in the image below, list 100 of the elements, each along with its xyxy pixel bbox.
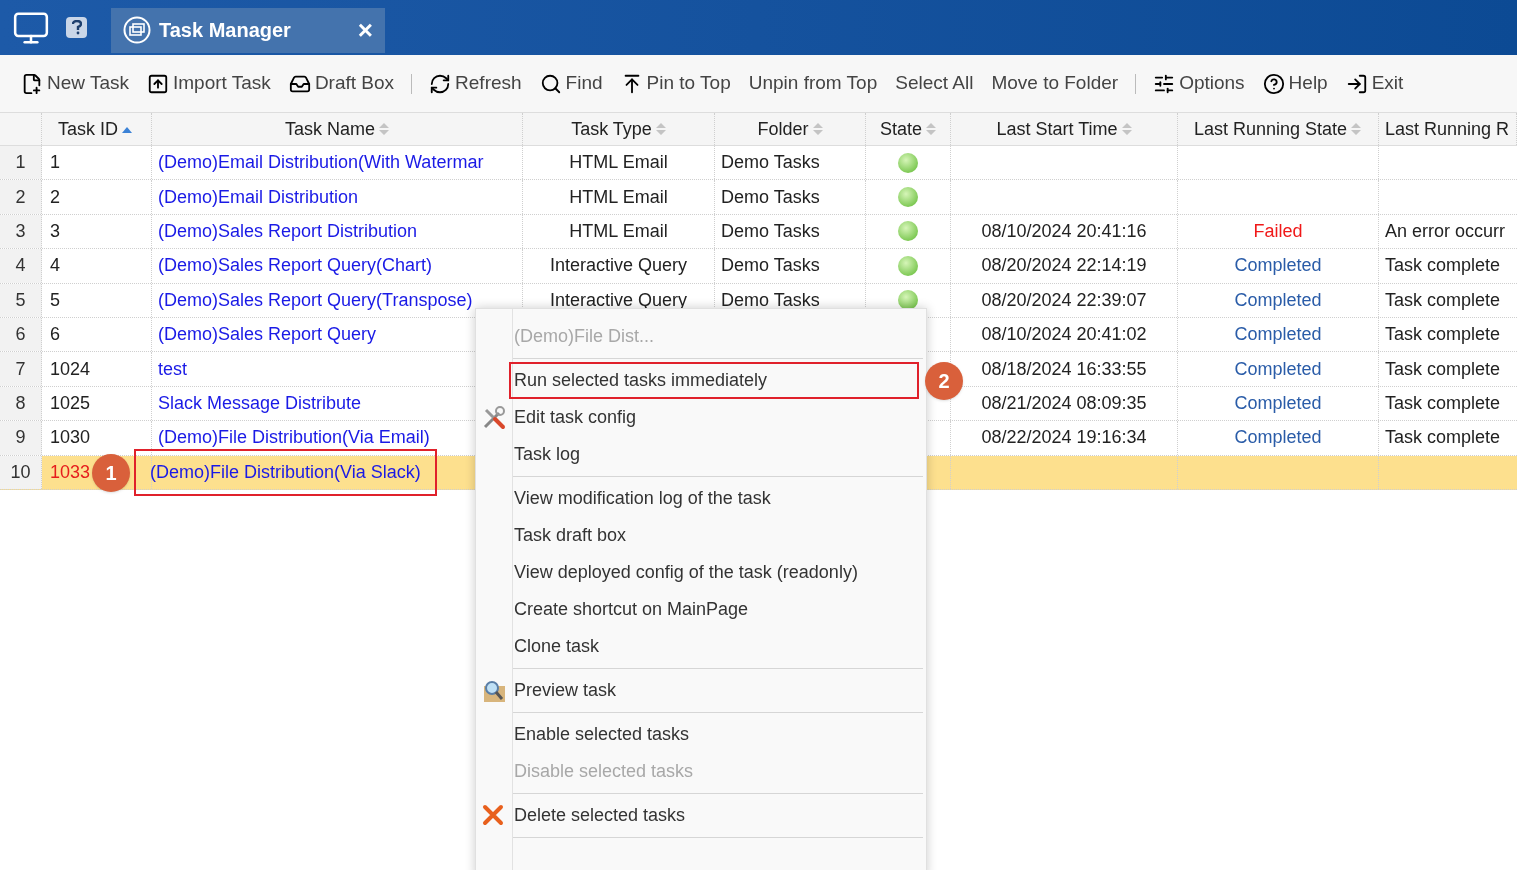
toolbar-button[interactable]: Find <box>530 65 612 102</box>
toolbar-button[interactable]: Draft Box <box>279 65 404 102</box>
sort-icon <box>655 122 666 136</box>
toolbar-button[interactable]: Select All <box>886 65 983 102</box>
toolbar-button[interactable]: Refresh <box>420 65 531 102</box>
table-cell-text: 1024 <box>50 357 91 381</box>
sort-icon <box>812 122 823 136</box>
task-link[interactable]: (Demo)File Distribution(Via Slack) <box>136 450 435 494</box>
menu-item[interactable]: Edit task config <box>509 399 919 436</box>
toolbar-button[interactable]: Exit <box>1336 65 1413 102</box>
close-icon[interactable]: × <box>357 17 373 43</box>
help-icon[interactable] <box>66 17 87 38</box>
menu-item[interactable]: Task log <box>509 436 919 473</box>
table-cell-text: Task complete <box>1385 426 1501 450</box>
column-header[interactable]: Task Type <box>571 115 666 143</box>
row-number: 2 <box>15 185 26 209</box>
delete-icon <box>481 803 505 827</box>
column-header[interactable]: Task Name <box>285 115 389 143</box>
menu-item[interactable]: View deployed config of the task (readonly) <box>509 554 919 591</box>
task-link[interactable]: (Demo)Sales Report Query <box>158 321 377 349</box>
sort-icon <box>379 122 389 136</box>
table-cell-text: 08/22/2024 19:16:34 <box>981 426 1147 450</box>
toolbar-button[interactable]: Unpin from Top <box>739 65 887 102</box>
status-text: Failed <box>1253 219 1303 243</box>
exit-icon <box>1345 72 1368 95</box>
table-cell-text: HTML Email <box>569 151 668 175</box>
table-cell-text: 1 <box>50 151 60 175</box>
column-header[interactable]: Folder <box>757 115 823 143</box>
column-header[interactable]: Task ID <box>58 115 132 143</box>
table-cell-text: 08/21/2024 08:09:35 <box>981 391 1147 415</box>
task-link[interactable]: (Demo)File Distribution(Via Email) <box>158 424 430 452</box>
row-number: 7 <box>15 357 26 381</box>
sort-ascending-icon <box>122 125 132 133</box>
row-number: 8 <box>15 391 26 415</box>
column-header[interactable]: State <box>880 115 936 143</box>
table-cell-text: 1025 <box>50 391 91 415</box>
task-link[interactable]: (Demo)Email Distribution <box>158 183 359 211</box>
column-header[interactable]: Last Running R <box>1385 115 1510 143</box>
row-number: 10 <box>10 460 31 484</box>
toolbar-button[interactable]: Options <box>1144 65 1254 102</box>
row-number: 1 <box>15 151 26 175</box>
table-cell-text: Demo Tasks <box>721 254 820 278</box>
menu-item[interactable]: Task draft box <box>509 517 919 554</box>
task-link[interactable]: (Demo)Email Distribution(With Watermar <box>158 149 484 177</box>
toolbar-button[interactable]: New Task <box>12 65 138 102</box>
menu-item[interactable]: View modification log of the task <box>509 480 919 517</box>
toolbar-button[interactable]: Pin to Top <box>611 65 740 102</box>
toolbar-button[interactable]: Help <box>1253 65 1337 102</box>
table-cell-text: Interactive Query <box>549 288 688 312</box>
toolbar-button[interactable]: Import Task <box>138 65 280 102</box>
menu-item[interactable]: Create shortcut on MainPage <box>509 591 919 628</box>
status-text: Completed <box>1234 288 1322 312</box>
status-text: Completed <box>1234 357 1322 381</box>
table-cell-text: HTML Email <box>569 185 668 209</box>
menu-item[interactable]: Clone task <box>509 628 919 665</box>
table-cell-text: Task complete <box>1385 391 1501 415</box>
task-link[interactable]: (Demo)Sales Report Query(Transpose) <box>158 286 473 314</box>
table-cell-text: Task complete <box>1385 357 1501 381</box>
table-cell-text: 08/10/2024 20:41:02 <box>981 323 1147 347</box>
menu-item[interactable]: Preview task <box>509 672 919 709</box>
task-link[interactable]: test <box>158 355 187 383</box>
table-cell-text: Task complete <box>1385 254 1501 278</box>
row-number: 6 <box>15 323 26 347</box>
table-cell-text: 6 <box>50 323 60 347</box>
table-cell-text: 08/18/2024 16:33:55 <box>981 357 1147 381</box>
table-cell-text: 4 <box>50 254 60 278</box>
table-cell-text: 08/20/2024 22:39:07 <box>981 288 1147 312</box>
column-header[interactable]: Last Running State <box>1194 115 1362 143</box>
table-cell-text: 1030 <box>50 426 91 450</box>
row-number: 4 <box>15 254 26 278</box>
table-cell-text: Task complete <box>1385 288 1501 312</box>
status-text: Completed <box>1234 426 1322 450</box>
sort-icon <box>1351 122 1362 136</box>
table-cell-text: Demo Tasks <box>721 288 820 312</box>
window-tab[interactable]: Task Manager × <box>111 7 385 53</box>
menu-item[interactable]: Enable selected tasks <box>509 716 919 753</box>
task-link[interactable]: (Demo)Sales Report Distribution <box>158 217 418 245</box>
table-cell-text: 2 <box>50 185 60 209</box>
table-cell-text: An error occurr <box>1385 219 1506 243</box>
table-cell-text: 3 <box>50 219 60 243</box>
table-cell-text: Demo Tasks <box>721 185 820 209</box>
sort-icon <box>1121 122 1132 136</box>
import-icon <box>147 72 169 95</box>
row-number: 3 <box>15 219 26 243</box>
toolbar-button[interactable]: Move to Folder <box>982 65 1128 102</box>
row-number: 5 <box>15 288 26 312</box>
search-icon <box>539 72 562 95</box>
help-icon <box>1262 72 1285 95</box>
settings-icon <box>1153 72 1176 95</box>
menu-item[interactable]: Run selected tasks immediately <box>509 362 919 399</box>
table-cell-text: Task complete <box>1385 323 1501 347</box>
tools-icon <box>481 405 507 431</box>
task-link[interactable]: Slack Message Distribute <box>158 389 362 417</box>
menu-item[interactable]: Delete selected tasks <box>509 797 919 834</box>
task-link[interactable]: (Demo)Sales Report Query(Chart) <box>158 252 433 280</box>
column-header[interactable]: Last Start Time <box>996 115 1132 143</box>
status-text: Completed <box>1234 323 1322 347</box>
table-cell-text: Demo Tasks <box>721 151 820 175</box>
tab-title: Task Manager <box>159 18 291 43</box>
refresh-icon <box>429 72 452 95</box>
